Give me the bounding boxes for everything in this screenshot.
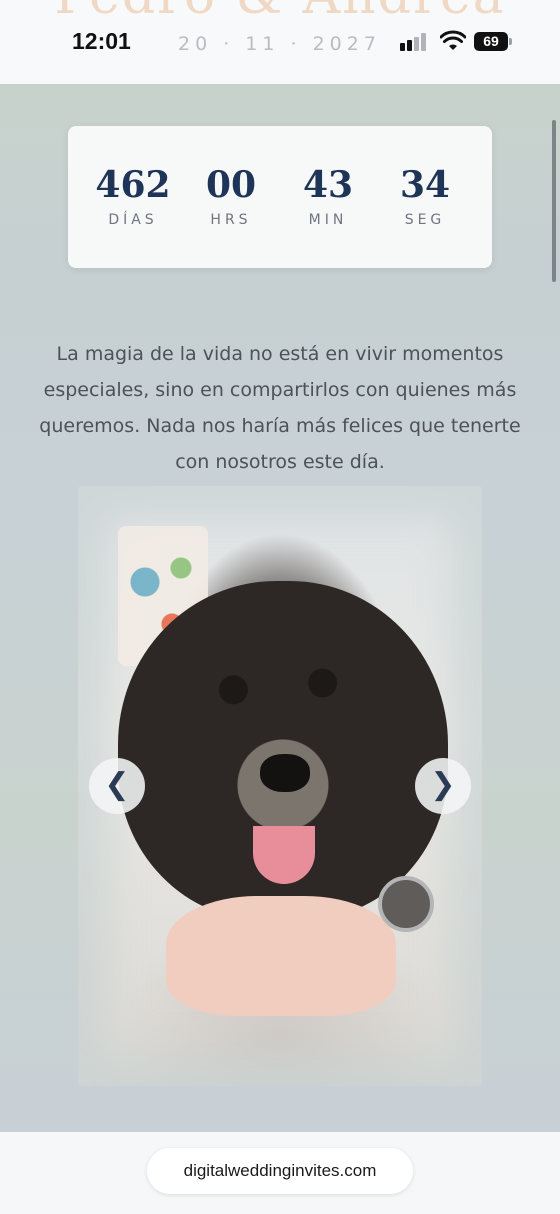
countdown-label: MIN [308,212,348,228]
browser-bottom-bar: digitalweddinginvites.com [0,1132,560,1214]
countdown-value: 43 [302,164,354,206]
address-bar[interactable]: digitalweddinginvites.com [147,1148,413,1194]
countdown-hours: 00 HRS [186,164,276,228]
carousel-prev-button[interactable]: ❮ [89,758,145,814]
photo-dog-nose [260,754,310,792]
countdown-value: 462 [95,164,171,206]
battery-icon: 69 [474,32,508,51]
wedding-date: 20 · 11 · 2027 [178,33,381,55]
photo-hands [166,896,396,1016]
countdown-seconds: 34 SEG [380,164,470,228]
countdown-label: DÍAS [108,212,158,228]
countdown-value: 00 [205,164,257,206]
cellular-signal-icon [400,33,430,51]
countdown-label: HRS [210,212,252,228]
couple-title: Pedro & Andrea [0,0,560,26]
scrollbar[interactable] [552,120,556,282]
page-content[interactable]: 462 DÍAS 00 HRS 43 MIN 34 SEG La magia d… [0,84,560,1132]
countdown-days: 462 DÍAS [88,164,178,228]
invitation-message: La magia de la vida no está en vivir mom… [39,343,521,473]
countdown-value: 34 [399,164,451,206]
status-bar: Pedro & Andrea 12:01 20 · 11 · 2027 69 [0,0,560,84]
countdown-card: 462 DÍAS 00 HRS 43 MIN 34 SEG [68,126,492,268]
status-time: 12:01 [72,28,131,54]
countdown-label: SEG [404,212,446,228]
wifi-icon [440,30,466,50]
carousel-next-button[interactable]: ❯ [415,758,471,814]
battery-cap [509,38,512,45]
countdown-minutes: 43 MIN [283,164,373,228]
photo-watch [378,876,434,932]
